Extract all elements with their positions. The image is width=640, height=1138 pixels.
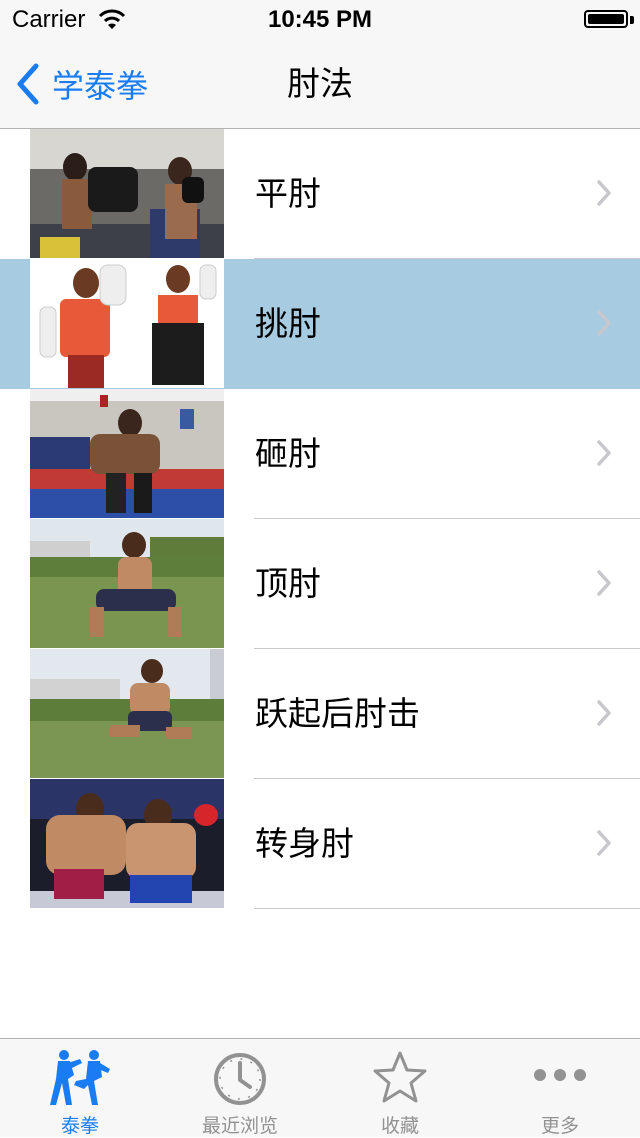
technique-list: 平肘 挑肘 砸肘 顶肘 跃起后肘击 转身肘: [0, 129, 640, 909]
tab-favorites[interactable]: 收藏: [320, 1039, 480, 1137]
tab-label: 更多: [540, 1115, 579, 1137]
list-item-label: 转身肘: [255, 824, 354, 863]
list-item-label: 跃起后肘击: [255, 694, 420, 733]
kickboxers-icon: [50, 1050, 110, 1105]
list-item[interactable]: 顶肘: [0, 519, 640, 649]
list-item[interactable]: 砸肘: [0, 389, 640, 519]
tab-bar: 泰拳 最近浏览 收藏 更多: [0, 1038, 640, 1137]
list-item[interactable]: 跃起后肘击: [0, 649, 640, 779]
chevron-right-icon: [597, 830, 611, 856]
list-item[interactable]: 转身肘: [0, 779, 640, 909]
star-icon: [373, 1051, 427, 1103]
chevron-right-icon: [597, 310, 611, 336]
chevron-right-icon: [597, 440, 611, 466]
list-item-label: 砸肘: [255, 434, 321, 473]
clock-icon: [214, 1053, 266, 1105]
list-item-label: 挑肘: [255, 304, 321, 343]
battery-tip: [630, 16, 634, 24]
status-time: 10:45 PM: [267, 6, 373, 33]
thumbnail-image: [30, 259, 224, 388]
list-item[interactable]: 平肘: [0, 129, 640, 259]
status-bar: Carrier 10:45 PM: [0, 0, 640, 40]
thumbnail-image: [30, 779, 224, 908]
thumbnail-image: [30, 389, 224, 518]
tab-taiquan[interactable]: 泰拳: [0, 1039, 160, 1137]
list-item-label: 顶肘: [255, 564, 321, 603]
battery-fill: [588, 14, 624, 24]
chevron-right-icon: [597, 180, 611, 206]
thumbnail-image: [30, 129, 224, 258]
tab-label: 收藏: [380, 1115, 419, 1137]
tab-recent[interactable]: 最近浏览: [160, 1039, 320, 1137]
chevron-right-icon: [597, 570, 611, 596]
more-dots-icon: [534, 1069, 586, 1081]
navigation-bar: 学泰拳 肘法: [0, 40, 640, 129]
battery-icon: [584, 10, 628, 28]
thumbnail-image: [30, 519, 224, 648]
tab-more[interactable]: 更多: [480, 1039, 640, 1137]
list-item[interactable]: 挑肘: [0, 259, 640, 389]
thumbnail-image: [30, 649, 224, 778]
chevron-right-icon: [597, 700, 611, 726]
page-title: 肘法: [287, 64, 353, 103]
row-separator: [254, 908, 640, 909]
list-item-label: 平肘: [255, 174, 321, 213]
tab-label: 泰拳: [60, 1115, 99, 1137]
tab-label: 最近浏览: [201, 1115, 278, 1137]
